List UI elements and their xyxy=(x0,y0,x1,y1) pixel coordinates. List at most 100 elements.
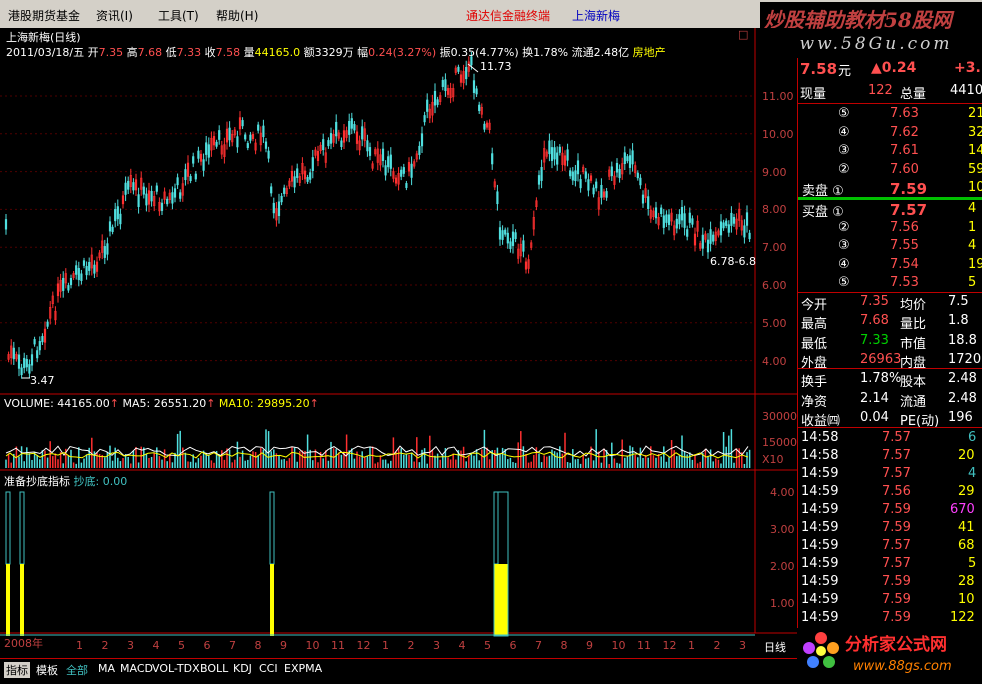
ask-row[interactable]: ④ 7.62 32 xyxy=(798,125,982,143)
price-unit: 元 xyxy=(838,64,852,79)
ask-row[interactable]: ③ 7.61 14 xyxy=(798,143,982,161)
tab-9[interactable]: EXPMA xyxy=(284,662,322,675)
candle-body xyxy=(246,143,249,149)
candle-body xyxy=(85,266,88,276)
price-header: 7.58 元 ▲0.24 +3. xyxy=(798,60,982,80)
candle-body xyxy=(327,140,330,147)
amp-value: 0.35(4.77%) xyxy=(450,46,519,59)
candle-body xyxy=(587,179,590,191)
candle-body xyxy=(727,224,730,233)
stats-row: 最高 7.68 量比 1.8 xyxy=(798,313,982,332)
tab-4[interactable]: MACD xyxy=(120,662,153,675)
bid-row[interactable]: ⑤ 7.53 5 xyxy=(798,275,982,293)
period-label[interactable]: 日线 xyxy=(764,639,786,655)
order-volume: 5 xyxy=(968,275,977,290)
date-tick-label: 1 xyxy=(382,639,389,652)
tab-5[interactable]: VOL-TDX xyxy=(152,662,200,675)
tick-row[interactable]: 14:59 7.59 122 xyxy=(798,610,982,628)
candle-body xyxy=(241,120,244,127)
date-tick-label: 3 xyxy=(127,639,134,652)
ask-row[interactable]: ② 7.60 59 xyxy=(798,162,982,180)
tick-row[interactable]: 14:59 7.57 68 xyxy=(798,538,982,556)
tick-row[interactable]: 14:59 7.57 4 xyxy=(798,466,982,484)
kline-chart[interactable]: 上海新梅(日线) □ 2011/03/18/五 开7.35 高7.68 低7.3… xyxy=(0,28,797,658)
order-price: 7.54 xyxy=(890,256,919,272)
candle-body xyxy=(628,155,632,168)
tick-row[interactable]: 14:59 7.56 29 xyxy=(798,484,982,502)
order-price: 7.57 xyxy=(890,201,928,219)
tick-row[interactable]: 14:59 7.59 670 xyxy=(798,502,982,520)
menu-item-info[interactable]: 资讯(I) xyxy=(96,7,133,24)
order-price: 7.55 xyxy=(890,238,919,253)
tick-price: 7.59 xyxy=(882,592,911,607)
candle-body xyxy=(20,367,23,376)
tick-row[interactable]: 14:59 7.59 10 xyxy=(798,592,982,610)
stats-label: 换手 xyxy=(801,375,828,391)
tick-time: 14:59 xyxy=(801,502,839,517)
ask-row[interactable]: ⑤ 7.63 21 xyxy=(798,106,982,124)
candle-body xyxy=(636,172,639,179)
chart-canvas[interactable] xyxy=(0,28,797,658)
menu-item-help[interactable]: 帮助(H) xyxy=(216,7,258,24)
tab-1[interactable]: 模板 xyxy=(36,662,58,678)
indicator-signal-outline xyxy=(5,491,11,565)
candle-body xyxy=(389,154,392,169)
indicator-signal-bar xyxy=(6,564,10,636)
date-tick-label: 12 xyxy=(356,639,371,652)
menu-item-hk-futures[interactable]: 港股期货基金 xyxy=(8,7,80,24)
candle-body xyxy=(311,157,314,171)
candle-body xyxy=(108,221,112,232)
order-volume: 1 xyxy=(968,219,977,235)
candle-body xyxy=(329,133,333,144)
tab-3[interactable]: MA xyxy=(98,662,115,675)
stats-value: 7.33 xyxy=(860,332,889,348)
candle-body xyxy=(641,194,645,204)
tab-8[interactable]: CCI xyxy=(259,662,278,675)
candle-body xyxy=(111,226,114,232)
tick-price: 7.56 xyxy=(882,484,911,499)
bid-row[interactable]: ② 7.56 1 xyxy=(798,220,982,238)
tick-row[interactable]: 14:58 7.57 20 xyxy=(798,448,982,466)
sector-tag[interactable]: 房地产 xyxy=(633,46,666,59)
indicator-tick-label: 2.00 xyxy=(770,560,795,573)
close-icon[interactable]: □ xyxy=(738,28,748,41)
price-tick-label: 4.00 xyxy=(762,354,787,368)
candle-body xyxy=(12,347,15,360)
tick-row[interactable]: 14:59 7.59 41 xyxy=(798,520,982,538)
bid-row[interactable]: ④ 7.54 19 xyxy=(798,257,982,275)
low-value: 7.33 xyxy=(176,46,202,59)
chg-value: 0.24(3.27%) xyxy=(368,46,437,59)
candle-body xyxy=(257,124,260,131)
candle-body xyxy=(142,186,145,195)
order-price: 7.63 xyxy=(890,106,919,121)
tick-volume: 6 xyxy=(968,430,977,445)
amp-label: 振 xyxy=(439,46,451,59)
date-tick-label: 2 xyxy=(713,639,721,652)
tab-6[interactable]: BOLL xyxy=(200,662,228,675)
bid-row[interactable]: 买盘 ① 7.57 4 xyxy=(798,201,982,220)
candle-body xyxy=(678,214,681,225)
order-price: 7.62 xyxy=(890,124,919,140)
price-tick-label: 7.00 xyxy=(762,241,787,255)
price-tick-label: 10.00 xyxy=(762,127,794,141)
tab-2[interactable]: 全部 xyxy=(66,662,88,678)
tab-7[interactable]: KDJ xyxy=(233,662,252,675)
indicator-signal-outline xyxy=(269,491,275,565)
ask-row[interactable]: 卖盘 ① 7.59 10 xyxy=(798,180,982,199)
volume-now-label: 现量 xyxy=(800,87,827,102)
date-tick-label: 7 xyxy=(535,639,542,652)
candle-body xyxy=(719,221,723,236)
tick-row[interactable]: 14:59 7.59 28 xyxy=(798,574,982,592)
tick-volume: 4 xyxy=(968,466,977,481)
tick-row[interactable]: 14:58 7.57 6 xyxy=(798,430,982,448)
bid-row[interactable]: ③ 7.55 4 xyxy=(798,238,982,256)
candle-body xyxy=(712,234,715,242)
candle-body xyxy=(483,123,486,130)
tick-row[interactable]: 14:59 7.57 5 xyxy=(798,556,982,574)
date-tick-label: 2 xyxy=(101,639,109,652)
candle-body xyxy=(576,160,580,175)
menu-item-tools[interactable]: 工具(T) xyxy=(158,7,199,24)
candle-body xyxy=(722,222,725,229)
tab-0[interactable]: 指标 xyxy=(4,662,30,678)
vol-label: 量 xyxy=(243,46,255,59)
